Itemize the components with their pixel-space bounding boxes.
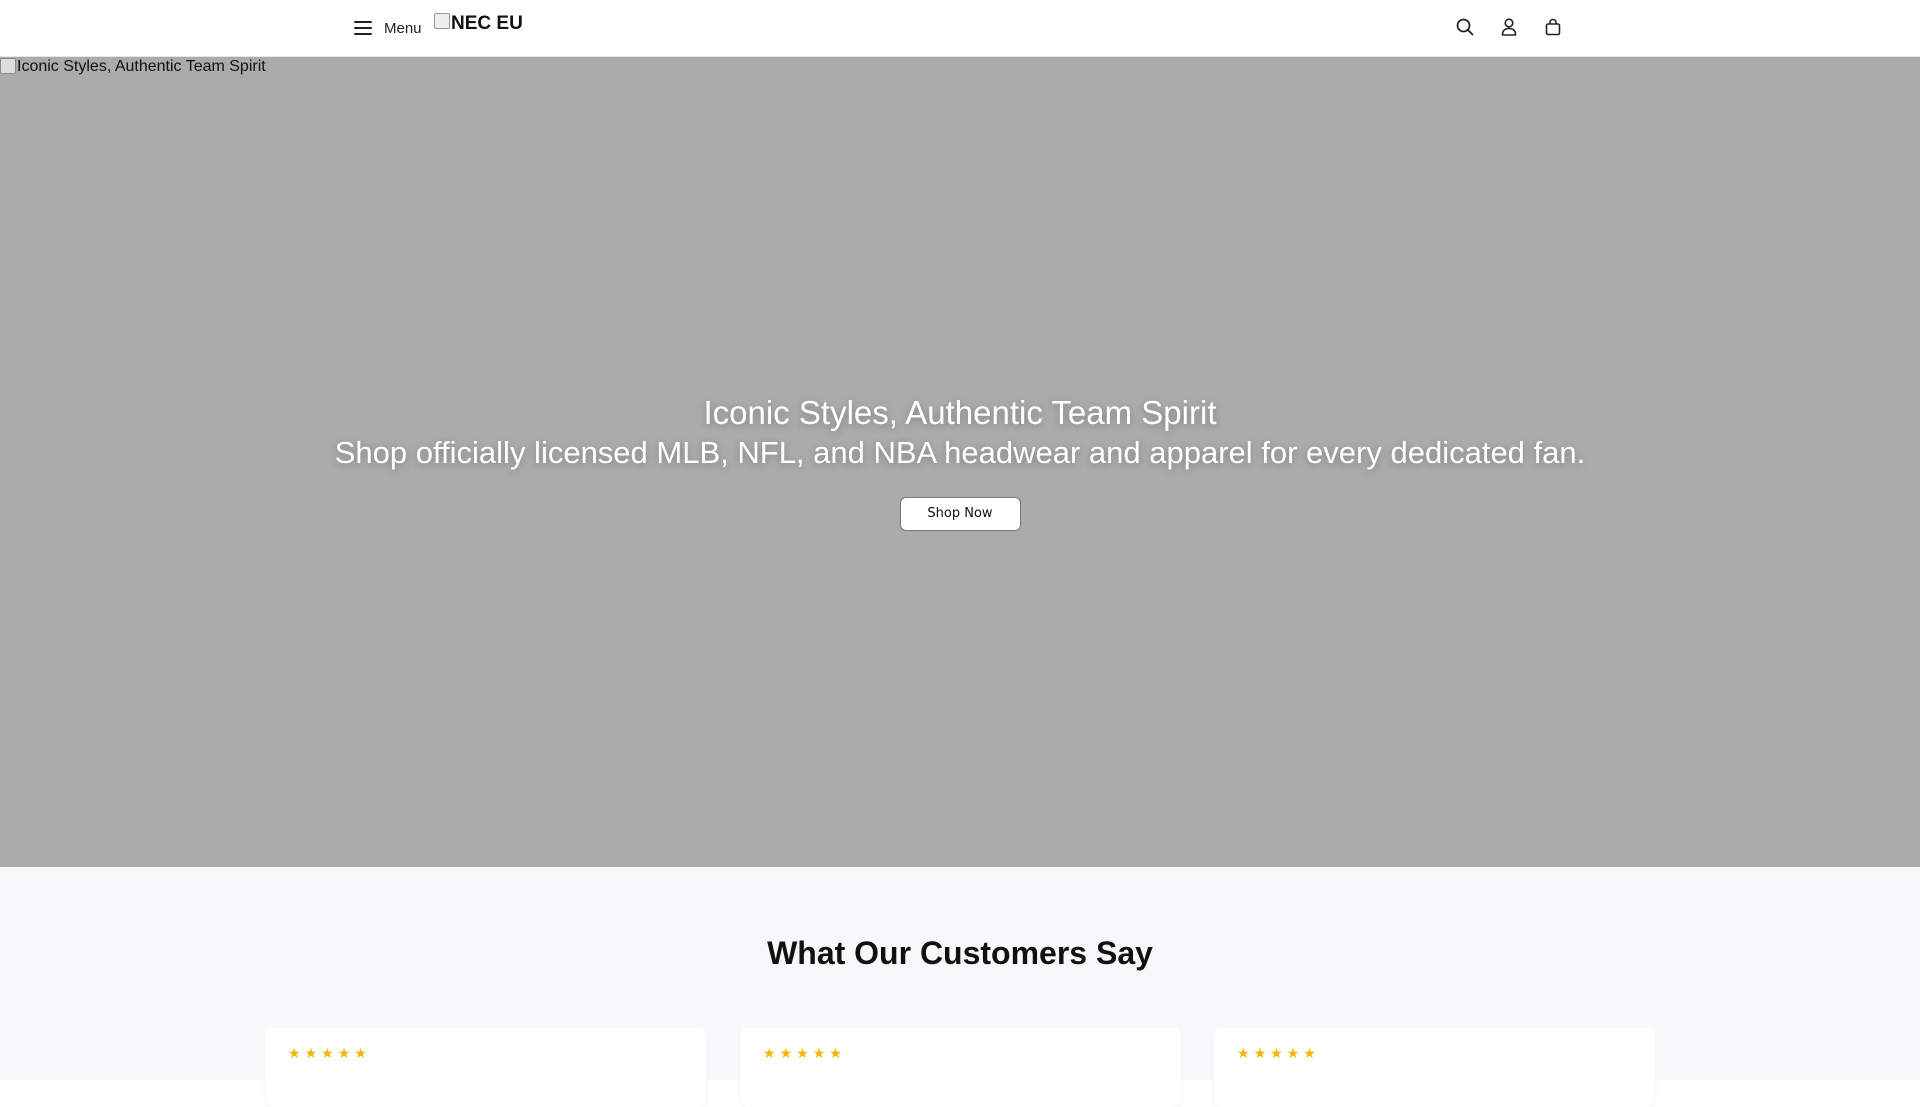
hero-subtitle: Shop officially licensed MLB, NFL, and N… [334, 435, 1586, 470]
hero-image-alt-text: Iconic Styles, Authentic Team Spirit [17, 58, 266, 75]
star-icon: ★ [288, 1045, 301, 1061]
star-icon: ★ [1303, 1045, 1316, 1061]
star-icon: ★ [321, 1045, 334, 1061]
star-icon: ★ [354, 1045, 367, 1061]
cart-icon[interactable] [1542, 16, 1564, 38]
star-icon: ★ [1237, 1045, 1250, 1061]
hero-content: Iconic Styles, Authentic Team Spirit Sho… [0, 393, 1920, 531]
reviews-section: What Our Customers Say ★ ★ ★ ★ ★ ★ ★ ★ ★ ★ ★ ★ ★ ★ ★ [0, 867, 1920, 1107]
logo-alt-text: NEC EU [451, 13, 523, 34]
star-icon: ★ [812, 1045, 826, 1061]
star-rating: ★ ★ ★ ★ ★ [288, 1045, 367, 1061]
hero-title: Iconic Styles, Authentic Team Spirit [703, 394, 1217, 431]
site-header: Menu NEC EU [0, 0, 1920, 57]
review-card: ★ ★ ★ ★ ★ [1214, 1027, 1655, 1107]
menu-button[interactable]: Menu [352, 16, 422, 40]
star-rating: ★ ★ ★ ★ ★ [763, 1045, 842, 1061]
broken-image-icon [434, 13, 450, 29]
star-icon: ★ [763, 1045, 776, 1061]
site-logo[interactable]: NEC EU [434, 13, 523, 35]
header-actions [1454, 16, 1564, 38]
hamburger-icon [352, 17, 374, 39]
star-icon: ★ [829, 1045, 842, 1061]
star-rating: ★ ★ ★ ★ ★ [1237, 1045, 1316, 1061]
star-icon: ★ [1270, 1045, 1283, 1061]
hero-image: Iconic Styles, Authentic Team Spirit [0, 58, 266, 76]
menu-label: Menu [384, 19, 422, 37]
star-icon: ★ [337, 1045, 351, 1061]
star-icon: ★ [796, 1045, 809, 1061]
shop-now-button[interactable]: Shop Now [899, 497, 1021, 531]
star-icon: ★ [779, 1045, 793, 1061]
review-card: ★ ★ ★ ★ ★ [740, 1027, 1181, 1107]
hero-banner: Iconic Styles, Authentic Team Spirit Ico… [0, 57, 1920, 867]
star-icon: ★ [304, 1045, 318, 1061]
review-card: ★ ★ ★ ★ ★ [265, 1027, 706, 1107]
star-icon: ★ [1286, 1045, 1300, 1061]
star-icon: ★ [1253, 1045, 1267, 1061]
reviews-title: What Our Customers Say [767, 935, 1153, 971]
search-icon[interactable] [1454, 16, 1476, 38]
broken-image-icon [0, 58, 16, 74]
account-icon[interactable] [1498, 16, 1520, 38]
